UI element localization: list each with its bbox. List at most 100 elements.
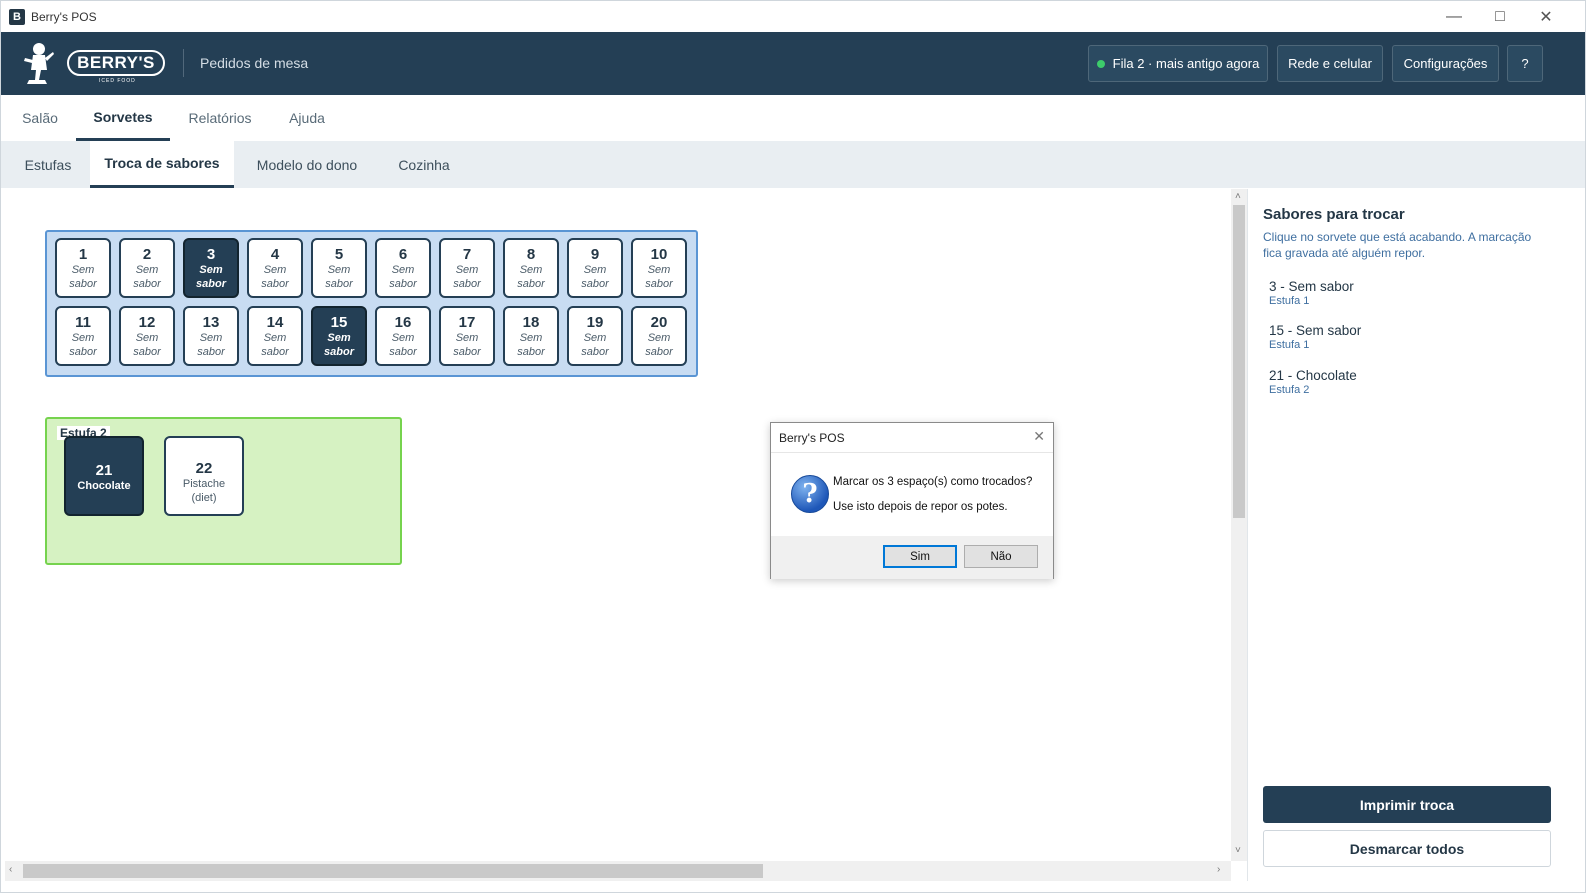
swap-list-item[interactable]: 15 - Sem sabor Estufa 1 xyxy=(1269,323,1361,351)
horizontal-scrollbar[interactable]: ‹ › xyxy=(5,861,1231,881)
tab-troca-de-sabores[interactable]: Troca de sabores xyxy=(90,141,234,188)
flavor-slot-15[interactable]: 15 Sem sabor xyxy=(311,306,367,366)
slot-flavor: Sem xyxy=(327,264,351,276)
swap-list-item[interactable]: 3 - Sem sabor Estufa 1 xyxy=(1269,279,1354,307)
flavor-slot-16[interactable]: 16 Sem sabor xyxy=(375,306,431,366)
slot-flavor: sabor xyxy=(324,346,354,358)
flavor-slot-2[interactable]: 2 Sem sabor xyxy=(119,238,175,298)
swap-list-item[interactable]: 21 - Chocolate Estufa 2 xyxy=(1269,368,1357,396)
brand-subtitle: ICED FOOD xyxy=(99,78,136,84)
slot-number: 20 xyxy=(650,314,668,331)
network-button[interactable]: Rede e celular xyxy=(1277,45,1383,82)
flavor-slot-10[interactable]: 10 Sem sabor xyxy=(631,238,687,298)
flavor-slot-13[interactable]: 13 Sem sabor xyxy=(183,306,239,366)
slot-flavor: Sem xyxy=(71,332,95,344)
flavor-slot-19[interactable]: 19 Sem sabor xyxy=(567,306,623,366)
slot-flavor: sabor xyxy=(389,346,417,358)
tab-salao[interactable]: Salão xyxy=(13,95,67,141)
slot-flavor: Sem xyxy=(519,332,543,344)
swap-item-estufa: Estufa 1 xyxy=(1269,339,1310,351)
header-divider xyxy=(183,49,184,77)
flavor-slot-6[interactable]: 6 Sem sabor xyxy=(375,238,431,298)
slot-flavor: Chocolate xyxy=(77,480,131,492)
slot-number: 15 xyxy=(330,314,348,331)
slot-flavor: sabor xyxy=(197,346,225,358)
slot-number: 3 xyxy=(206,246,216,263)
flavor-slot-9[interactable]: 9 Sem sabor xyxy=(567,238,623,298)
slot-number: 4 xyxy=(270,246,280,263)
flavor-slot-7[interactable]: 7 Sem sabor xyxy=(439,238,495,298)
flavor-slot-20[interactable]: 20 Sem sabor xyxy=(631,306,687,366)
slot-flavor: sabor xyxy=(645,278,673,290)
vertical-scrollbar[interactable]: ˄ ˅ xyxy=(1231,189,1247,861)
scroll-up-icon[interactable]: ˄ xyxy=(1235,191,1241,202)
print-swap-button[interactable]: Imprimir troca xyxy=(1263,786,1551,823)
slot-flavor: Sem xyxy=(71,264,95,276)
close-icon[interactable]: ✕ xyxy=(1523,1,1569,32)
slot-flavor: sabor xyxy=(517,346,545,358)
brand-name: BERRY'S xyxy=(67,50,165,76)
app-icon: B xyxy=(9,8,25,25)
tab-estufas[interactable]: Estufas xyxy=(9,141,87,188)
slot-flavor: Sem xyxy=(199,264,223,276)
slot-flavor: Sem xyxy=(135,332,159,344)
tab-cozinha[interactable]: Cozinha xyxy=(385,141,463,188)
slot-flavor: (diet) xyxy=(191,492,217,504)
flavor-slot-1[interactable]: 1 Sem sabor xyxy=(55,238,111,298)
flavor-slot-12[interactable]: 12 Sem sabor xyxy=(119,306,175,366)
slot-number: 11 xyxy=(75,314,91,331)
tab-modelo-do-dono[interactable]: Modelo do dono xyxy=(241,141,373,188)
slot-number: 12 xyxy=(138,314,156,331)
queue-status-label: Fila 2 · mais antigo agora xyxy=(1112,56,1260,71)
flavor-slot-17[interactable]: 17 Sem sabor xyxy=(439,306,495,366)
header-subtitle: Pedidos de mesa xyxy=(200,55,309,71)
settings-button[interactable]: Configurações xyxy=(1392,45,1499,82)
flavor-slot-21[interactable]: 21 Chocolate xyxy=(64,436,144,516)
slot-flavor: Sem xyxy=(391,264,415,276)
queue-status-button[interactable]: Fila 2 · mais antigo agora xyxy=(1088,45,1268,82)
maximize-icon[interactable]: □ xyxy=(1477,1,1523,32)
vertical-scroll-thumb[interactable] xyxy=(1233,205,1245,518)
slot-flavor: sabor xyxy=(133,278,161,290)
horizontal-scroll-thumb[interactable] xyxy=(23,864,763,878)
slot-number: 17 xyxy=(458,314,476,331)
slot-flavor: sabor xyxy=(196,278,226,290)
swap-item-name: 3 - Sem sabor xyxy=(1269,279,1354,294)
swap-item-name: 21 - Chocolate xyxy=(1269,368,1357,383)
scroll-left-icon[interactable]: ‹ xyxy=(9,864,12,875)
flavor-slot-11[interactable]: 11 Sem sabor xyxy=(55,306,111,366)
window-title: Berry's POS xyxy=(31,9,97,24)
swap-item-name: 15 - Sem sabor xyxy=(1269,323,1362,338)
tab-relatorios[interactable]: Relatórios xyxy=(181,95,259,141)
flavor-slot-22[interactable]: 22 Pistache (diet) xyxy=(164,436,244,516)
slot-number: 5 xyxy=(334,246,344,263)
swap-panel-help: Clique no sorvete que está acabando. A m… xyxy=(1263,230,1532,260)
scroll-right-icon[interactable]: › xyxy=(1217,864,1220,875)
dialog-message: Marcar os 3 espaço(s) como trocados? xyxy=(833,476,1033,488)
slot-flavor: sabor xyxy=(453,346,481,358)
dialog-close-icon[interactable]: ✕ xyxy=(1033,428,1045,445)
slot-flavor: sabor xyxy=(453,278,481,290)
app-header: BERRY'S ICED FOOD Pedidos de mesa Fila 2… xyxy=(1,32,1585,95)
slot-flavor: Sem xyxy=(583,264,607,276)
help-button[interactable]: ? xyxy=(1507,45,1543,82)
slot-flavor: Sem xyxy=(263,332,287,344)
yes-button[interactable]: Sim xyxy=(883,545,957,568)
no-button[interactable]: Não xyxy=(964,545,1038,568)
tab-ajuda[interactable]: Ajuda xyxy=(279,95,335,141)
slot-number: 22 xyxy=(195,460,213,477)
flavor-slot-18[interactable]: 18 Sem sabor xyxy=(503,306,559,366)
flavor-slot-5[interactable]: 5 Sem sabor xyxy=(311,238,367,298)
flavor-slot-3[interactable]: 3 Sem sabor xyxy=(183,238,239,298)
minimize-icon[interactable]: ― xyxy=(1431,1,1477,32)
slot-number: 14 xyxy=(266,314,284,331)
slot-flavor: Sem xyxy=(519,264,543,276)
slot-number: 1 xyxy=(78,246,88,263)
flavor-slot-4[interactable]: 4 Sem sabor xyxy=(247,238,303,298)
clear-all-button[interactable]: Desmarcar todos xyxy=(1263,830,1551,867)
scroll-down-icon[interactable]: ˅ xyxy=(1235,845,1241,856)
flavor-slot-14[interactable]: 14 Sem sabor xyxy=(247,306,303,366)
dialog-title-bar: Berry's POS ✕ xyxy=(771,423,1053,452)
tab-sorvetes[interactable]: Sorvetes xyxy=(76,95,170,141)
flavor-slot-8[interactable]: 8 Sem sabor xyxy=(503,238,559,298)
